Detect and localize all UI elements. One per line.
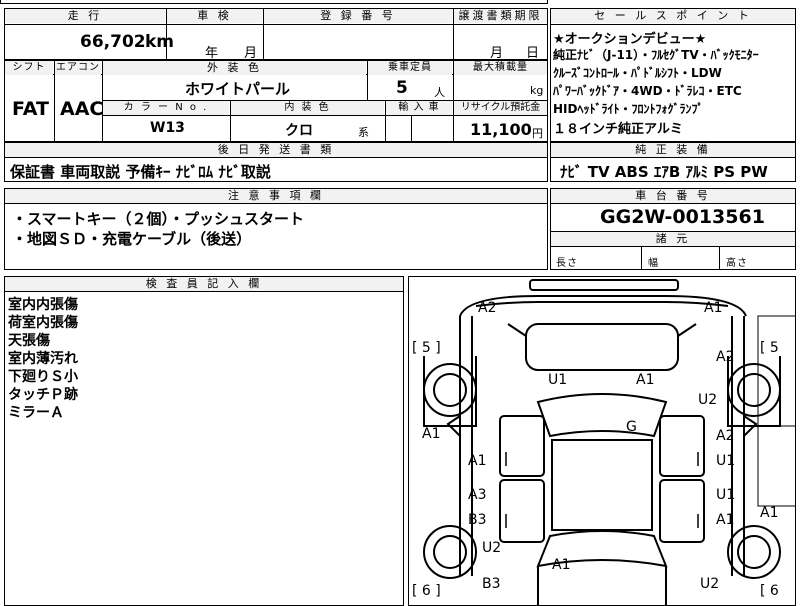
capacity-header: 乗車定員 <box>368 61 452 75</box>
diagram-label-a1-rear: A1 <box>552 557 571 573</box>
mileage-header: 走 行 <box>5 9 165 23</box>
chassis-number: GG2W-0013561 <box>600 206 765 228</box>
diagram-label-a1-leftdoor: A1 <box>468 453 487 469</box>
ac-value: AAC <box>60 98 104 120</box>
color-no-header: カ ラ ー N o . <box>103 101 229 115</box>
inspector-line-5: 下廻りＳ小 <box>8 369 78 385</box>
color-no-value: W13 <box>150 120 185 136</box>
load-header: 最大積載量 <box>454 61 547 75</box>
diagram-label-bracket6-right: [ 6 <box>760 583 779 599</box>
exterior-value: ホワイトパール <box>185 80 291 98</box>
diagram-label-a2-rightdoor: A2 <box>716 428 735 444</box>
capacity-value: 5 <box>396 78 408 98</box>
notes-line-2: ・地図ＳＤ・充電ケーブル（後送） <box>12 230 252 248</box>
recycle-value: 11,100 <box>470 120 532 139</box>
inspector-line-6: タッチＰ跡 <box>8 387 78 403</box>
top-strip-remnant <box>0 0 548 4</box>
sales-line-6: １８インチ純正アルミ <box>553 122 683 137</box>
transfer-day: 日 <box>526 46 540 61</box>
sales-line-3: ｸﾙｰｽﾞｺﾝﾄﾛｰﾙ・ﾊﾟﾄﾞﾙｼﾌﾄ・LDW <box>553 66 722 80</box>
mileage-unit: km <box>145 32 175 52</box>
recycle-header: リサイクル預託金 <box>454 101 547 115</box>
diagram-label-bracket5-right: [ 5 <box>760 340 779 356</box>
diagram-label-u2-leftrear: U2 <box>482 540 502 556</box>
width-label: 幅 <box>648 258 660 269</box>
recycle-unit: 円 <box>532 127 543 140</box>
sales-points-header: セ ー ル ス ポ イ ン ト <box>551 9 795 23</box>
notes-header: 注 意 事 項 欄 <box>5 189 547 203</box>
diagram-label-a2-right: A2 <box>716 349 735 365</box>
transfer-month: 月 <box>490 46 504 61</box>
ac-header: エアコン <box>55 61 101 75</box>
inspector-line-1: 室内内張傷 <box>8 297 78 313</box>
inspector-line-7: ミラーＡ <box>8 405 64 421</box>
notes-line-1: ・スマートキー（２個）・プッシュスタート <box>12 210 305 228</box>
sales-line-4: ﾊﾟﾜｰﾊﾞｯｸﾄﾞｱ・4WD・ﾄﾞﾗﾚｺ・ETC <box>553 84 742 98</box>
diagram-label-a1-topright: A1 <box>704 300 723 316</box>
equipment-text: ﾅﾋﾞ TV ABS ｴｱB ｱﾙﾐ PS PW <box>560 163 768 181</box>
sales-line-1: ★オークションデビュー★ <box>553 32 707 47</box>
interior-header: 内 装 色 <box>231 101 384 115</box>
diagram-label-u2-right: U2 <box>698 392 718 408</box>
capacity-unit: 人 <box>434 86 445 99</box>
chassis-header: 車 台 番 号 <box>551 189 795 203</box>
diagram-label-u1-rightdoor: U1 <box>716 453 736 469</box>
diagram-label-b3-rear: B3 <box>482 576 501 592</box>
inspector-line-3: 天張傷 <box>8 333 50 349</box>
interior-value: クロ <box>285 123 313 139</box>
inspection-year: 年 <box>205 46 219 61</box>
diagram-label-a1-hood: A1 <box>636 372 655 388</box>
dims-header: 諸 元 <box>551 232 795 246</box>
height-label: 高さ <box>726 258 748 269</box>
inspector-header: 検 査 員 記 入 欄 <box>5 277 403 291</box>
diagram-label-bracket6-left: [ 6 ] <box>412 583 441 599</box>
inspection-header: 車 検 <box>167 9 262 23</box>
diagram-label-a1-rightdoor2: A1 <box>716 512 735 528</box>
later-documents-header: 後 日 発 送 書 類 <box>5 143 547 157</box>
diagram-label-u1-hood: U1 <box>548 372 568 388</box>
diagram-label-u2-rightrear: U2 <box>700 576 720 592</box>
inspector-line-4: 室内薄汚れ <box>8 351 78 367</box>
length-label: 長さ <box>556 258 578 269</box>
diagram-label-a2-topleft: A2 <box>478 300 497 316</box>
shift-value: FAT <box>12 98 49 120</box>
load-unit: kg <box>530 84 544 97</box>
diagram-label-g-center: G <box>626 419 637 435</box>
car-diagram <box>423 279 796 606</box>
diagram-label-bracket5-left: [ 5 ] <box>412 340 441 356</box>
interior-suffix: 系 <box>358 126 369 139</box>
registration-header: 登 録 番 号 <box>264 9 452 23</box>
inspection-month: 月 <box>244 46 258 61</box>
later-documents-text: 保証書 車両取説 予備ｷｰ ﾅﾋﾞﾛﾑ ﾅﾋﾞ取説 <box>10 163 271 181</box>
shift-header: シフト <box>5 61 53 75</box>
import-header: 輸 入 車 <box>386 101 452 115</box>
exterior-header: 外 装 色 <box>103 61 366 75</box>
diagram-label-a1-left: A1 <box>422 426 441 442</box>
diagram-label-u1-rightdoor2: U1 <box>716 487 736 503</box>
transfer-header: 譲渡書類期限 <box>454 9 547 23</box>
inspector-line-2: 荷室内張傷 <box>8 315 78 331</box>
diagram-label-b3-leftdoor: B3 <box>468 512 487 528</box>
mileage-value: 66,702 <box>80 32 146 52</box>
equipment-header: 純 正 装 備 <box>551 143 795 157</box>
sales-line-5: HIDﾍｯﾄﾞﾗｲﾄ・ﾌﾛﾝﾄﾌｫｸﾞﾗﾝﾌﾟ <box>553 102 704 116</box>
diagram-label-a3-leftdoor: A3 <box>468 487 487 503</box>
diagram-label-a1-rightedge: A1 <box>760 505 779 521</box>
sales-line-2: 純正ﾅﾋﾞ（J-11）・ﾌﾙｾｸﾞTV・ﾊﾞｯｸﾓﾆﾀｰ <box>553 48 759 62</box>
